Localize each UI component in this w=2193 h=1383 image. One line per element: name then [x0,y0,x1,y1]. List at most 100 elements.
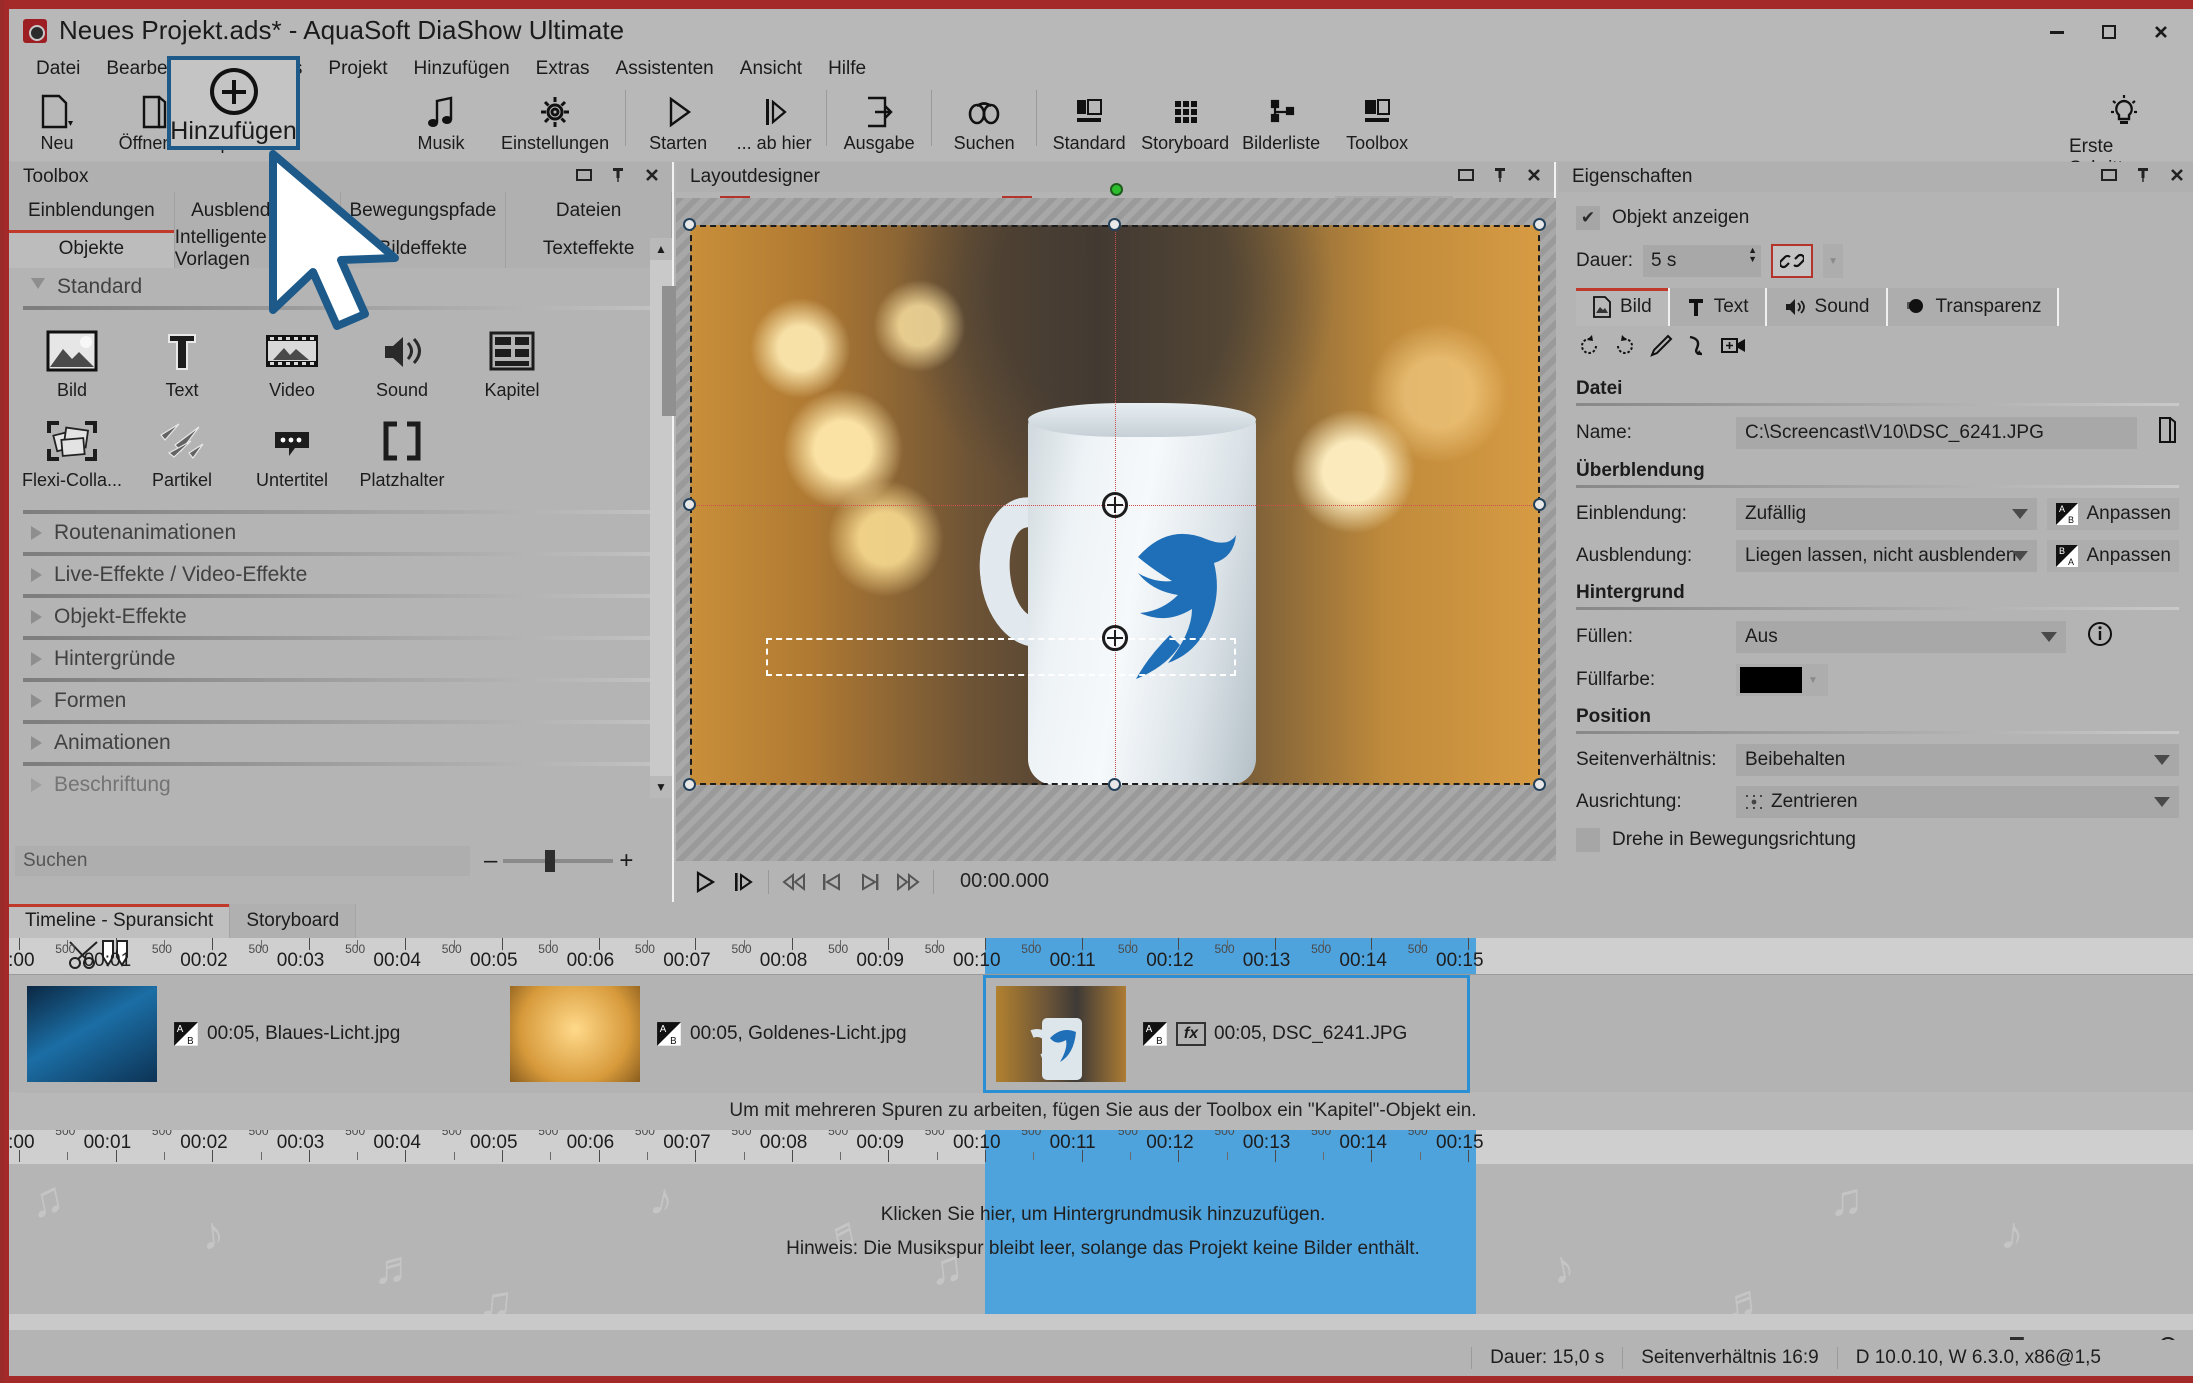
zoom-out-label[interactable]: – [484,847,497,875]
menu-projekt[interactable]: Projekt [315,55,400,83]
file-name-input[interactable]: C:\Screencast\V10\DSC_6241.JPG [1736,417,2137,449]
toolbar-export-button[interactable]: Ausgabe [831,84,927,158]
ausblendung-anpassen-button[interactable]: BA Anpassen [2047,540,2179,572]
slider-knob[interactable] [545,850,555,872]
layoutdesigner-close-icon[interactable] [1524,167,1544,188]
next-icon[interactable] [853,867,887,897]
menu-ansicht[interactable]: Ansicht [727,55,815,83]
rotate-left-icon[interactable] [1576,333,1602,365]
toolbox-object-partikel[interactable]: Partikel [127,414,237,504]
properties-tab-sound[interactable]: Sound [1767,288,1888,326]
toolbox-object-bild[interactable]: Bild [17,324,127,414]
show-object-row[interactable]: ✔ Objekt anzeigen [1576,206,2179,230]
toolbar-settings-button[interactable]: Einstellungen [489,84,621,158]
toolbox-object-flexicollage[interactable]: Flexi-Colla... [17,414,127,504]
tab-storyboard[interactable]: Storyboard [230,904,356,938]
drehe-row[interactable]: ✔ Drehe in Bewegungsrichtung [1576,828,2179,852]
resize-handle-bl[interactable] [683,778,696,791]
resize-handle-tr[interactable] [1533,218,1546,231]
toolbox-tree-objekt-effekte[interactable]: Objekt-Effekte [9,598,672,636]
duration-spinner[interactable]: ▲▼ [1748,246,1757,264]
search-input[interactable]: Suchen [15,846,470,876]
toolbox-object-kapitel[interactable]: Kapitel [457,324,567,414]
properties-tab-text[interactable]: Text [1670,288,1767,326]
toolbox-tree-hintergruende[interactable]: Hintergründe [9,640,672,678]
toolbox-object-untertitel[interactable]: Untertitel [237,414,347,504]
toolbox-tree-formen[interactable]: Formen [9,682,672,720]
rotation-handle[interactable] [1110,183,1123,196]
toolbar-new-button[interactable]: Neu [9,84,105,158]
toolbar-standard-button[interactable]: Standard [1041,84,1137,158]
menu-assistenten[interactable]: Assistenten [603,55,727,83]
toolbar-start-button[interactable]: Starten [630,84,726,158]
properties-close-icon[interactable] [2167,167,2187,188]
brush-icon[interactable] [1648,333,1674,365]
toolbox-float-icon[interactable] [574,167,594,188]
seitenverhaeltnis-select[interactable]: Beibehalten [1736,744,2179,776]
info-icon[interactable] [2086,620,2114,654]
einblendung-anpassen-button[interactable]: AB Anpassen [2047,498,2179,530]
curve-icon[interactable] [1684,333,1710,365]
toolbox-tree-routenanimationen[interactable]: Routenanimationen [9,514,672,552]
chain-link-dropdown-icon[interactable]: ▼ [1823,244,1843,278]
einblendung-select[interactable]: Zufällig [1736,498,2037,530]
resize-handle-tc[interactable] [1108,218,1121,231]
ausblendung-select[interactable]: Liegen lassen, nicht ausblenden [1736,540,2037,572]
toolbar-music-button[interactable]: Musik [393,84,489,158]
fuellen-select[interactable]: Aus [1736,621,2066,653]
resize-handle-mr[interactable] [1533,498,1546,511]
toolbar-start-here-button[interactable]: ... ab hier [726,84,822,158]
toolbar-bilderliste-button[interactable]: Bilderliste [1233,84,1329,158]
toolbox-tab-dateien[interactable]: Dateien [506,192,672,230]
camera-move-icon[interactable] [1720,334,1748,364]
show-object-checkbox[interactable]: ✔ [1576,206,1600,230]
chain-link-icon[interactable] [1771,244,1813,278]
properties-tab-bild[interactable]: Bild [1576,288,1670,326]
toolbox-tab-einblendungen[interactable]: Einblendungen [9,192,175,230]
timeline-music-track[interactable]: ♪♫♬♪♫♬♪♫♬♪♫♬♪♫ Klicken Sie hier, um Hint… [9,1164,2193,1314]
toolbox-object-text[interactable]: Text [127,324,237,414]
color-swatch[interactable] [1740,667,1802,693]
duration-input[interactable]: 5 s ▲▼ [1643,245,1761,277]
toolbox-zoom-slider[interactable] [503,859,613,863]
table-row[interactable]: AB fx 00:05, DSC_6241.JPG [983,975,1470,1093]
properties-tab-transparenz[interactable]: Transparenz [1888,288,2060,326]
bottom-pivot-node[interactable] [1102,625,1128,651]
forward-icon[interactable] [891,867,925,897]
toolbox-tab-texteffekte[interactable]: Texteffekte [506,230,672,268]
scroll-down-icon[interactable]: ▼ [650,776,672,798]
resize-handle-br[interactable] [1533,778,1546,791]
menu-hilfe[interactable]: Hilfe [815,55,879,83]
minimize-button[interactable] [2031,14,2083,50]
prev-icon[interactable] [815,867,849,897]
table-row[interactable]: AB 00:05, Blaues-Licht.jpg [17,975,504,1093]
zoom-in-label[interactable]: + [619,847,633,875]
toolbar-storyboard-button[interactable]: Storyboard [1137,84,1233,158]
toolbox-close-icon[interactable] [642,167,662,188]
timeline-ruler-bottom[interactable]: 00:0050000:0150000:0250000:0350000:04500… [9,1130,2193,1164]
center-pivot-node[interactable] [1102,492,1128,518]
play-icon[interactable] [688,867,722,897]
close-button[interactable] [2135,14,2187,50]
layoutdesigner-canvas[interactable] [676,198,1556,861]
timeline-ruler-top[interactable]: 00:0050000:0150000:0250000:0350000:04500… [9,938,2193,974]
resize-handle-ml[interactable] [683,498,696,511]
rotate-right-icon[interactable] [1612,333,1638,365]
fuellfarbe-picker[interactable]: ▼ [1736,664,1828,696]
toolbox-object-platzhalter[interactable]: Platzhalter [347,414,457,504]
play-from-here-icon[interactable] [726,867,760,897]
layoutdesigner-pin-icon[interactable] [1490,166,1510,189]
tab-timeline-spuransicht[interactable]: Timeline - Spuransicht [9,904,230,938]
open-folder-icon[interactable] [2155,416,2179,450]
properties-pin-icon[interactable] [2133,166,2153,189]
drehe-checkbox[interactable]: ✔ [1576,828,1600,852]
maximize-button[interactable] [2083,14,2135,50]
toolbox-tree-animationen[interactable]: Animationen [9,724,672,762]
toolbox-tree-live-effekte[interactable]: Live-Effekte / Video-Effekte [9,556,672,594]
properties-float-icon[interactable] [2099,167,2119,188]
toolbox-tab-objekte[interactable]: Objekte [9,230,175,268]
toolbar-toolbox-button[interactable]: Toolbox [1329,84,1425,158]
timeline-image-track[interactable]: AB 00:05, Blaues-Licht.jpg AB 00:05, Gol… [9,974,2193,1092]
table-row[interactable]: AB 00:05, Goldenes-Licht.jpg [500,975,987,1093]
toolbox-pin-icon[interactable] [608,166,628,189]
